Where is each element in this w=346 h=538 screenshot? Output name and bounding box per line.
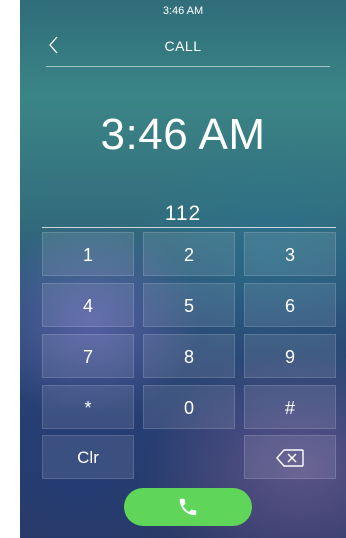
header: CALL xyxy=(20,34,346,66)
key-5[interactable]: 5 xyxy=(143,283,235,327)
clear-button[interactable]: Clr xyxy=(42,435,134,479)
key-0[interactable]: 0 xyxy=(143,385,235,429)
key-6[interactable]: 6 xyxy=(244,283,336,327)
backspace-icon xyxy=(276,449,304,467)
key-4[interactable]: 4 xyxy=(42,283,134,327)
status-bar: 3:46 AM xyxy=(20,0,346,20)
call-screen: 3:46 AM CALL 3:46 AM 112 1 2 3 4 5 6 7 8… xyxy=(20,0,346,538)
key-1[interactable]: 1 xyxy=(42,232,134,276)
dialed-number: 112 xyxy=(164,202,202,225)
key-hash[interactable]: # xyxy=(244,385,336,429)
header-divider xyxy=(46,66,330,67)
phone-icon xyxy=(179,498,197,516)
key-3[interactable]: 3 xyxy=(244,232,336,276)
page-title: CALL xyxy=(164,38,202,54)
key-2[interactable]: 2 xyxy=(143,232,235,276)
clock-display: 3:46 AM xyxy=(100,110,266,159)
call-button[interactable] xyxy=(124,488,252,526)
backspace-button[interactable] xyxy=(244,435,336,479)
key-8[interactable]: 8 xyxy=(143,334,235,378)
key-star[interactable]: * xyxy=(42,385,134,429)
key-7[interactable]: 7 xyxy=(42,334,134,378)
input-underline xyxy=(42,227,336,228)
status-time: 3:46 AM xyxy=(162,5,204,17)
key-9[interactable]: 9 xyxy=(244,334,336,378)
